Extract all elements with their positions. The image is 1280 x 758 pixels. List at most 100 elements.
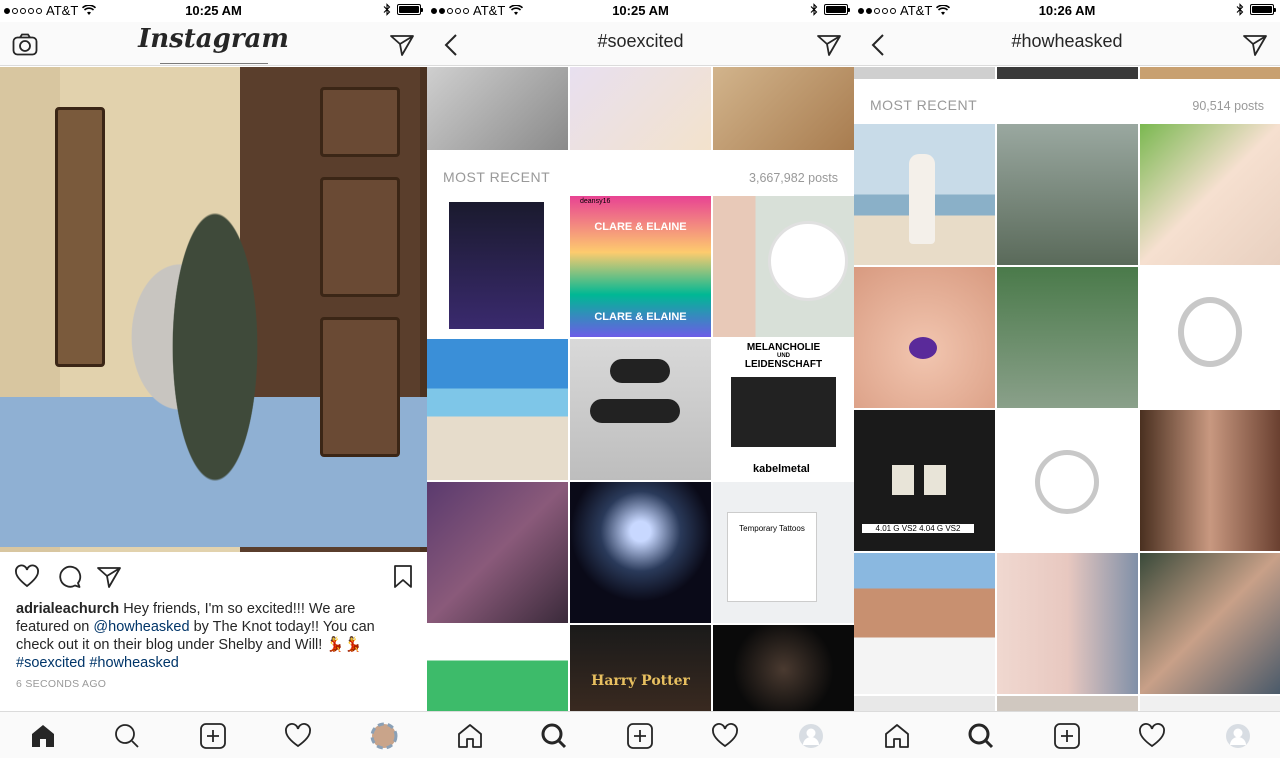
hashtag-screen: AT&T 10:26 AM #howheasked MOST RECENT 90… bbox=[854, 0, 1280, 758]
bluetooth-icon bbox=[1236, 3, 1244, 16]
grid-photo[interactable] bbox=[854, 696, 995, 712]
grid-photo[interactable] bbox=[997, 553, 1138, 694]
section-label: MOST RECENT bbox=[870, 97, 978, 113]
post-count: 3,667,982 posts bbox=[749, 171, 838, 185]
search-icon[interactable] bbox=[967, 722, 995, 750]
poster-title: MELANCHOLIE bbox=[746, 342, 821, 353]
tile-username: deansy16 bbox=[580, 198, 611, 205]
post-username[interactable]: adrialeachurch bbox=[16, 601, 119, 617]
grid-photo[interactable] bbox=[854, 553, 995, 694]
post-count: 90,514 posts bbox=[1192, 99, 1264, 113]
add-post-icon[interactable] bbox=[1053, 722, 1081, 750]
feed-header: Instagram bbox=[0, 22, 427, 66]
status-right bbox=[383, 3, 423, 16]
grid-photo[interactable] bbox=[997, 67, 1138, 79]
tab-bar bbox=[854, 711, 1280, 758]
door-panel bbox=[55, 107, 105, 367]
status-bar: AT&T 10:25 AM bbox=[0, 0, 427, 22]
most-recent-header: MOST RECENT 90,514 posts bbox=[854, 80, 1280, 124]
comment-icon[interactable] bbox=[56, 564, 82, 590]
grid-photo[interactable] bbox=[1140, 553, 1280, 694]
grid-photo[interactable] bbox=[427, 339, 568, 480]
grid-photo[interactable]: MELANCHOLIE UND LEIDENSCHAFT kabelmetal bbox=[713, 339, 854, 480]
grid-photo[interactable] bbox=[854, 267, 995, 408]
most-recent-grid: 4.01 G VS2 4.04 G VS2 bbox=[854, 124, 1280, 712]
hashtag-title: #howheasked bbox=[1011, 31, 1123, 51]
header-divider bbox=[160, 63, 268, 64]
grid-photo[interactable] bbox=[1140, 410, 1280, 551]
tile-text: CLARE & ELAINE bbox=[594, 221, 687, 233]
grid-photo[interactable] bbox=[1140, 267, 1280, 408]
share-icon[interactable] bbox=[96, 564, 122, 590]
profile-avatar[interactable] bbox=[370, 722, 398, 750]
grid-photo[interactable] bbox=[997, 410, 1138, 551]
grid-photo[interactable] bbox=[427, 482, 568, 623]
grid-photo[interactable] bbox=[713, 67, 854, 150]
tile-text: CLARE & ELAINE bbox=[594, 311, 687, 323]
poster-title: LEIDENSCHAFT bbox=[744, 359, 823, 370]
grid-photo[interactable] bbox=[427, 196, 568, 337]
grid-photo[interactable] bbox=[854, 67, 995, 79]
direct-message-icon[interactable] bbox=[389, 32, 415, 58]
grid-photo[interactable] bbox=[570, 67, 711, 150]
bluetooth-icon bbox=[383, 3, 391, 16]
direct-message-icon[interactable] bbox=[1242, 32, 1268, 58]
tab-bar bbox=[0, 711, 427, 758]
battery-icon bbox=[824, 4, 850, 15]
most-recent-header: MOST RECENT 3,667,982 posts bbox=[427, 152, 854, 196]
heart-icon[interactable] bbox=[1138, 722, 1166, 750]
tile-text: Temporary Tattoos bbox=[739, 524, 805, 533]
grid-photo[interactable] bbox=[713, 196, 854, 337]
grid-photo[interactable]: 4.01 G VS2 4.04 G VS2 bbox=[854, 410, 995, 551]
hashtag-header: #soexcited bbox=[427, 22, 854, 66]
door-panel bbox=[320, 317, 400, 457]
grid-photo[interactable] bbox=[997, 267, 1138, 408]
grid-photo[interactable]: Harry Potter bbox=[570, 625, 711, 714]
hashtag-link[interactable]: #howheasked bbox=[89, 655, 179, 671]
profile-avatar[interactable] bbox=[797, 722, 825, 750]
grid-photo[interactable] bbox=[570, 482, 711, 623]
heart-icon[interactable] bbox=[711, 722, 739, 750]
direct-message-icon[interactable] bbox=[816, 32, 842, 58]
grid-photo[interactable]: Temporary Tattoos bbox=[713, 482, 854, 623]
grid-photo[interactable]: deansy16 CLARE & ELAINE CLARE & ELAINE bbox=[570, 196, 711, 337]
home-icon[interactable] bbox=[883, 722, 911, 750]
add-post-icon[interactable] bbox=[199, 722, 227, 750]
mention-link[interactable]: @howheasked bbox=[93, 619, 189, 635]
home-icon[interactable] bbox=[456, 722, 484, 750]
grid-photo[interactable] bbox=[713, 625, 854, 714]
grid-photo[interactable] bbox=[427, 625, 568, 714]
door-panel bbox=[320, 177, 400, 297]
grid-photo[interactable] bbox=[427, 67, 568, 150]
grid-photo[interactable] bbox=[997, 696, 1138, 712]
post-photo[interactable] bbox=[0, 67, 427, 552]
hashtag-link[interactable]: #soexcited bbox=[16, 655, 85, 671]
status-bar: AT&T 10:26 AM bbox=[854, 0, 1280, 22]
bookmark-icon[interactable] bbox=[392, 564, 414, 590]
search-icon[interactable] bbox=[540, 722, 568, 750]
battery-icon bbox=[1250, 4, 1276, 15]
add-post-icon[interactable] bbox=[626, 722, 654, 750]
grid-photo[interactable] bbox=[1140, 696, 1280, 712]
grid-photo[interactable] bbox=[1140, 124, 1280, 265]
heart-icon[interactable] bbox=[284, 722, 312, 750]
hashtag-title: #soexcited bbox=[597, 31, 684, 51]
hashtag-screen: AT&T 10:25 AM #soexcited MOST RECENT 3,6… bbox=[427, 0, 854, 758]
clock: 10:25 AM bbox=[612, 3, 669, 18]
grid-photo[interactable] bbox=[570, 339, 711, 480]
post-actions bbox=[0, 562, 427, 592]
search-icon[interactable] bbox=[113, 722, 141, 750]
app-logo: Instagram bbox=[138, 24, 289, 54]
heart-icon[interactable] bbox=[14, 564, 40, 590]
bluetooth-icon bbox=[810, 3, 818, 16]
grid-photo[interactable] bbox=[997, 124, 1138, 265]
post-caption: adrialeachurch Hey friends, I'm so excit… bbox=[16, 600, 411, 672]
home-icon[interactable] bbox=[29, 722, 57, 750]
clock: 10:26 AM bbox=[1038, 3, 1096, 18]
profile-avatar[interactable] bbox=[1224, 722, 1252, 750]
status-right bbox=[1236, 3, 1276, 16]
battery-icon bbox=[397, 4, 423, 15]
grid-photo[interactable] bbox=[1140, 67, 1280, 79]
grid-photo[interactable] bbox=[854, 124, 995, 265]
section-label: MOST RECENT bbox=[443, 169, 551, 185]
